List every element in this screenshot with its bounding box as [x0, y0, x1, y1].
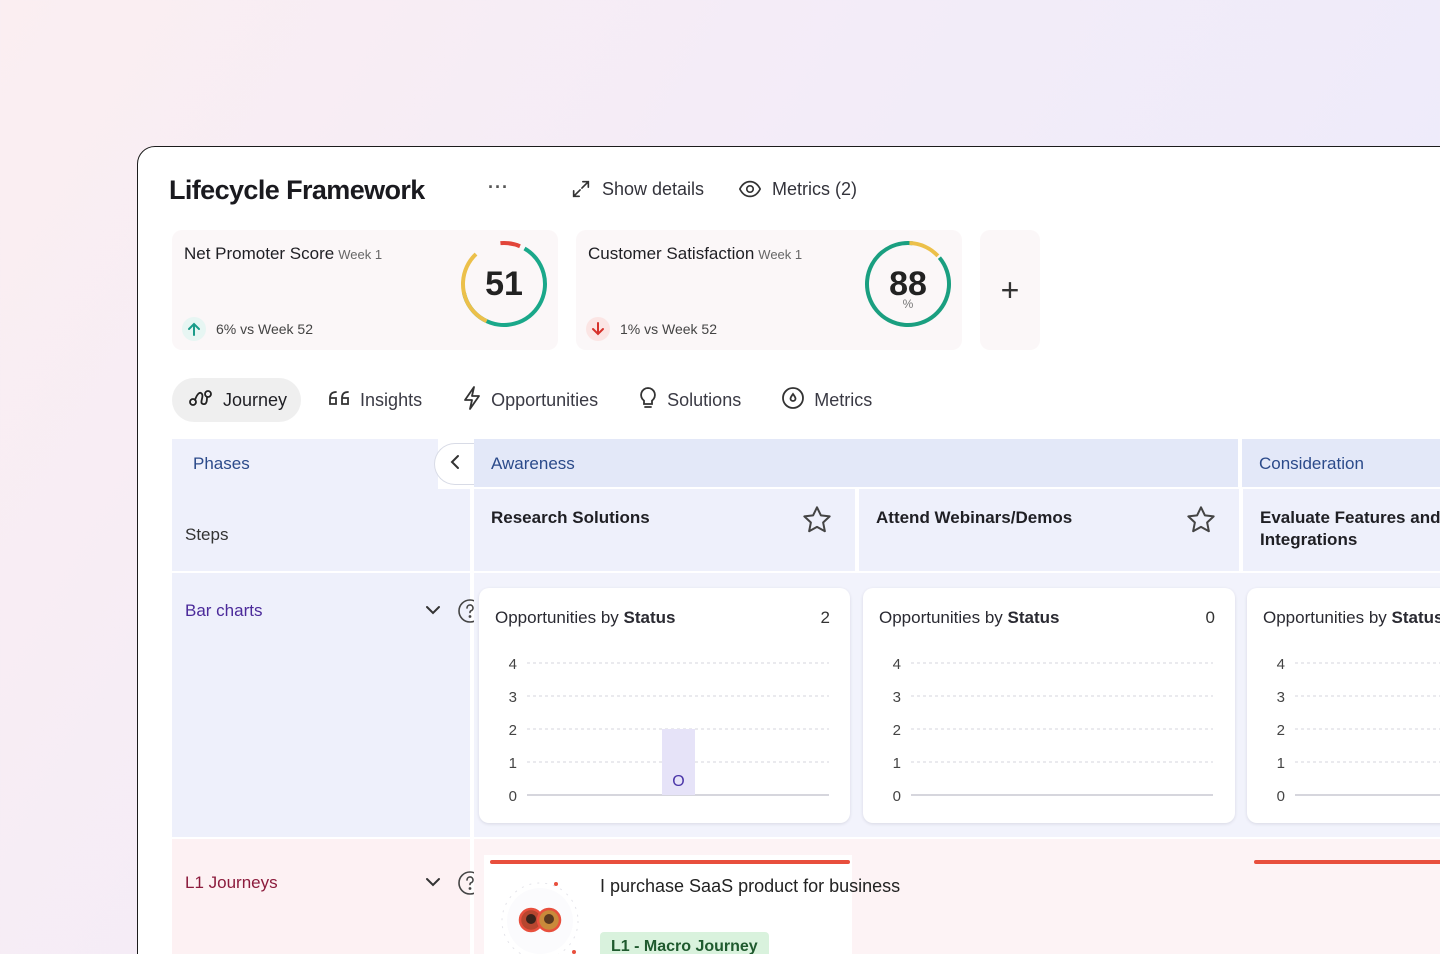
row-header-bar-charts: Bar charts	[172, 573, 482, 837]
metric-trend: 1% vs Week 52	[620, 321, 718, 337]
page-title: Lifecycle Framework	[169, 175, 425, 205]
journey-progress-bar	[490, 860, 850, 864]
phase-label: Awareness	[491, 454, 575, 473]
chart-title-bold: Status	[1391, 608, 1440, 627]
eye-icon	[738, 178, 762, 200]
y-tick-label: 4	[509, 656, 517, 673]
arrow-down-icon	[586, 317, 610, 341]
star-icon[interactable]	[801, 504, 833, 541]
y-tick-label: 2	[509, 722, 517, 739]
chart-count: 0	[1205, 608, 1215, 627]
show-details-label: Show details	[602, 178, 705, 199]
main-window: Lifecycle Framework ··· Show details Met…	[137, 146, 1440, 954]
chart-card-research[interactable]: Opportunities by Status 2 4 3 2 1 0 O	[479, 588, 850, 823]
tab-bar: Journey Insights Opportunities Solutions…	[172, 378, 896, 422]
y-tick-label: 4	[893, 656, 901, 673]
y-tick-label: 1	[509, 755, 517, 772]
tab-label: Opportunities	[491, 389, 599, 410]
step-label: Research Solutions	[491, 508, 650, 527]
y-tick-label: 3	[1277, 689, 1285, 706]
journey-icon	[188, 387, 214, 414]
journey-title: I purchase SaaS product for business	[600, 876, 901, 896]
journey-type-badge: L1 - Macro Journey	[600, 932, 769, 954]
y-tick-label: 3	[509, 689, 517, 706]
step-attend-webinars[interactable]: Attend Webinars/Demos	[859, 489, 1239, 571]
chart-card-webinars[interactable]: Opportunities by Status 0 4 3 2 1 0	[863, 588, 1235, 823]
metric-label: Customer Satisfaction	[588, 244, 755, 263]
tab-solutions[interactable]: Solutions	[622, 378, 755, 422]
chart-svg-0: 4 3 2 1 0 O	[509, 656, 829, 805]
step-label: Evaluate Features and Integrations	[1260, 508, 1440, 549]
tab-insights[interactable]: Insights	[311, 378, 436, 422]
phases-header: Phases	[172, 439, 438, 489]
metric-week: Week 1	[758, 247, 803, 262]
row-header-l1-journeys: L1 Journeys	[172, 839, 482, 954]
more-options-button[interactable]: ···	[488, 177, 509, 198]
chevron-left-icon	[449, 454, 461, 475]
metric-card-csat[interactable]: Customer Satisfaction Week 1 88 % 1% vs W…	[576, 230, 962, 350]
step-evaluate-features[interactable]: Evaluate Features and Integrations	[1243, 489, 1440, 571]
quote-icon	[327, 388, 351, 413]
y-tick-label: 3	[893, 689, 901, 706]
chart-title-prefix: Opportunities by	[879, 608, 1003, 627]
collapse-sidebar-button[interactable]	[434, 443, 474, 485]
y-tick-label: 4	[1277, 656, 1285, 673]
steps-header: Steps	[172, 489, 470, 571]
y-tick-label: 0	[893, 788, 901, 805]
chart-svg-1: 4 3 2 1 0	[893, 656, 1213, 805]
chart-title-bold: Status	[1007, 608, 1060, 627]
metric-week: Week 1	[338, 247, 383, 262]
metrics-label: Metrics (2)	[772, 178, 857, 199]
chart-card-evaluate[interactable]: Opportunities by Status 4 3 2 1 0	[1247, 588, 1440, 823]
journey-avatar-dial	[501, 882, 579, 954]
row-label: Bar charts	[185, 601, 263, 620]
lightning-icon	[462, 385, 482, 416]
y-tick-label: 0	[509, 788, 517, 805]
tab-label: Insights	[360, 389, 423, 410]
show-details-button[interactable]: Show details	[570, 178, 704, 200]
arrow-up-icon	[182, 317, 206, 341]
chevron-down-icon[interactable]	[424, 603, 442, 622]
chart-title-bold: Status	[623, 608, 676, 627]
step-label: Attend Webinars/Demos	[876, 508, 1073, 527]
journey-progress-bar	[1254, 860, 1440, 864]
metrics-toggle-button[interactable]: Metrics (2)	[738, 178, 857, 200]
y-tick-label: 2	[893, 722, 901, 739]
y-tick-label: 2	[1277, 722, 1285, 739]
metric-value: 51	[485, 265, 523, 303]
tab-label: Solutions	[667, 389, 742, 410]
lightbulb-icon	[638, 385, 658, 416]
chevron-down-icon[interactable]	[424, 875, 442, 894]
gauge-icon	[781, 386, 805, 415]
tab-opportunities[interactable]: Opportunities	[446, 378, 612, 422]
phase-awareness[interactable]: Awareness	[474, 439, 1238, 487]
star-icon[interactable]	[1185, 504, 1217, 541]
tab-label: Metrics	[814, 389, 873, 410]
expand-icon	[570, 178, 592, 200]
chart-title-prefix: Opportunities by	[495, 608, 619, 627]
steps-label: Steps	[185, 525, 229, 544]
chart-svg-2: 4 3 2 1 0	[1277, 656, 1440, 805]
row-label: L1 Journeys	[185, 873, 278, 892]
chart-title-prefix: Opportunities by	[1263, 608, 1387, 627]
metric-trend: 6% vs Week 52	[216, 321, 314, 337]
y-tick-label: 1	[1277, 755, 1285, 772]
bar-label: O	[672, 773, 684, 790]
phases-label: Phases	[193, 454, 250, 473]
tab-metrics[interactable]: Metrics	[765, 378, 886, 422]
y-tick-label: 1	[893, 755, 901, 772]
phase-consideration[interactable]: Consideration	[1242, 439, 1440, 487]
y-tick-label: 0	[1277, 788, 1285, 805]
metric-label: Net Promoter Score	[184, 244, 335, 263]
chart-count: 2	[820, 608, 830, 627]
phase-label: Consideration	[1259, 454, 1364, 473]
add-metric-button[interactable]: +	[980, 230, 1040, 350]
metric-card-nps[interactable]: Net Promoter Score Week 1 51 6% vs Week 5…	[172, 230, 558, 350]
tab-journey[interactable]: Journey	[172, 378, 302, 422]
step-research-solutions[interactable]: Research Solutions	[474, 489, 855, 571]
tab-label: Journey	[223, 389, 288, 410]
metric-unit: %	[902, 297, 914, 311]
